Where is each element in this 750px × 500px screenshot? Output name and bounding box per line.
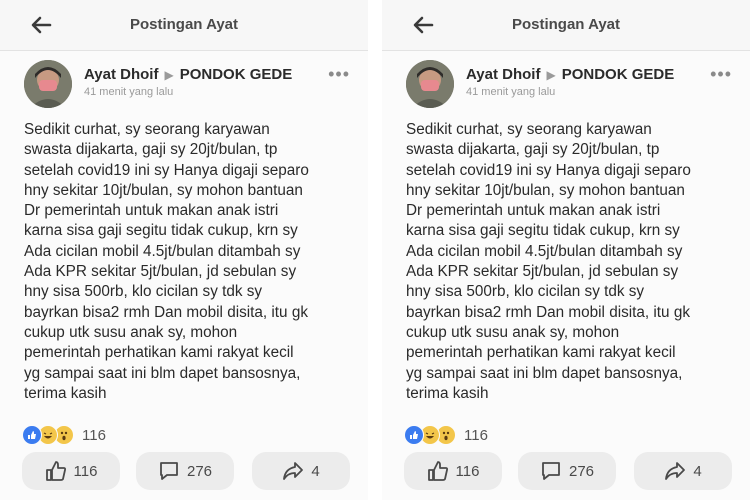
page-title: Postingan Ayat xyxy=(129,16,239,33)
post-line: hny sisa 500rb, klo cicilan sy tdk sy xyxy=(406,283,645,301)
comment-icon xyxy=(160,462,178,480)
post-line: Dr pemerintah untuk makan anak istri xyxy=(24,202,279,220)
comment-button[interactable]: 276 xyxy=(136,452,234,490)
post-line: terima kasih xyxy=(406,384,489,402)
post-text: Sedikit curhat, sy seorang karyawan swas… xyxy=(406,120,736,404)
like-reaction-icon xyxy=(404,425,424,445)
thumbs-up-icon xyxy=(45,461,66,481)
post-screenshot-right: Postingan Ayat Ayat Dhoif ▶ PONDOK GEDE 41… xyxy=(382,0,750,500)
post-line: bayrkan bisa2 rmh Dan mobil disita, itu … xyxy=(24,303,308,321)
post-line: terima kasih xyxy=(24,384,107,402)
avatar[interactable] xyxy=(24,60,72,108)
more-dots-icon[interactable]: ••• xyxy=(328,64,350,85)
reaction-summary[interactable]: 116 xyxy=(404,424,488,446)
post-line: Dr pemerintah untuk makan anak istri xyxy=(406,202,661,220)
post-text: Sedikit curhat, sy seorang karyawan swas… xyxy=(24,120,354,404)
like-reaction-icon xyxy=(22,425,42,445)
arrow-right-icon: ▶ xyxy=(164,68,174,82)
post-author-line: Ayat Dhoif ▶ PONDOK GEDE xyxy=(84,66,292,83)
group-name[interactable]: PONDOK GEDE xyxy=(180,66,293,83)
panel-divider xyxy=(368,0,382,500)
post-line: Sedikit curhat, sy seorang karyawan xyxy=(24,121,270,138)
like-count: 116 xyxy=(73,462,98,480)
thumbs-up-icon xyxy=(427,461,448,481)
post-line: Sedikit curhat, sy seorang karyawan xyxy=(406,121,652,138)
post-line: swasta dijakarta, gaji sy 20jt/bulan, tp xyxy=(406,141,660,159)
share-icon xyxy=(665,462,686,480)
post-line: setelah covid19 ini sy Hanya digaji sepa… xyxy=(24,161,309,179)
post-line: bayrkan bisa2 rmh Dan mobil disita, itu … xyxy=(406,303,690,321)
like-button[interactable]: 116 xyxy=(404,452,502,490)
reaction-count: 116 xyxy=(82,426,106,444)
post-time: 41 menit yang lalu xyxy=(84,86,174,98)
avatar[interactable] xyxy=(406,60,454,108)
share-button[interactable]: 4 xyxy=(634,452,732,490)
share-icon xyxy=(283,462,304,480)
post-line: yg sampai saat ini blm dapet bansosnya, xyxy=(406,364,683,382)
post-line: yg sampai saat ini blm dapet bansosnya, xyxy=(24,364,301,382)
post-line: cukup utk susu anak sy, mohon xyxy=(24,323,238,341)
post-line: setelah covid19 ini sy Hanya digaji sepa… xyxy=(406,161,691,179)
group-name[interactable]: PONDOK GEDE xyxy=(562,66,675,83)
post-line: Ada KPR sekitar 5jt/bulan, jd sebulan sy xyxy=(406,263,679,281)
share-count: 4 xyxy=(693,462,702,480)
author-name[interactable]: Ayat Dhoif xyxy=(466,66,540,83)
like-count: 116 xyxy=(455,462,480,480)
more-dots-icon[interactable]: ••• xyxy=(710,64,732,85)
post-line: Ada cicilan mobil 4.5jt/bulan ditambah s… xyxy=(406,242,683,260)
post-line: hny sekitar 10jt/bulan, sy mohon bantuan xyxy=(24,181,303,199)
post-time: 41 menit yang lalu xyxy=(466,86,556,98)
post-line: Ada cicilan mobil 4.5jt/bulan ditambah s… xyxy=(24,242,301,260)
page-title: Postingan Ayat xyxy=(511,16,621,33)
post-line: swasta dijakarta, gaji sy 20jt/bulan, tp xyxy=(24,141,278,159)
share-button[interactable]: 4 xyxy=(252,452,350,490)
post-screenshot-left: Postingan Ayat Ayat Dhoif ▶ PONDOK GEDE 41… xyxy=(0,0,368,500)
post-line: pemerintah perhatikan kami rakyat kecil xyxy=(406,344,676,362)
post-line: hny sekitar 10jt/bulan, sy mohon bantuan xyxy=(406,181,685,199)
reaction-count: 116 xyxy=(464,426,488,444)
arrow-right-icon: ▶ xyxy=(546,68,556,82)
post-line: Ada KPR sekitar 5jt/bulan, jd sebulan sy xyxy=(24,263,297,281)
share-count: 4 xyxy=(311,462,320,480)
post-line: hny sisa 500rb, klo cicilan sy tdk sy xyxy=(24,283,263,301)
comment-button[interactable]: 276 xyxy=(518,452,616,490)
post-line: karna sisa gaji segitu tidak cukup, krn … xyxy=(24,222,298,240)
reaction-summary[interactable]: 116 xyxy=(22,424,106,446)
post-line: karna sisa gaji segitu tidak cukup, krn … xyxy=(406,222,680,240)
comment-count: 276 xyxy=(568,462,595,480)
top-bar: Postingan Ayat xyxy=(0,0,368,51)
post-author-line: Ayat Dhoif ▶ PONDOK GEDE xyxy=(466,66,674,83)
top-bar: Postingan Ayat xyxy=(382,0,750,51)
author-name[interactable]: Ayat Dhoif xyxy=(84,66,158,83)
like-button[interactable]: 116 xyxy=(22,452,120,490)
post-line: cukup utk susu anak sy, mohon xyxy=(406,323,620,341)
post-line: pemerintah perhatikan kami rakyat kecil xyxy=(24,344,294,362)
comment-count: 276 xyxy=(186,462,213,480)
comment-icon xyxy=(542,462,560,480)
